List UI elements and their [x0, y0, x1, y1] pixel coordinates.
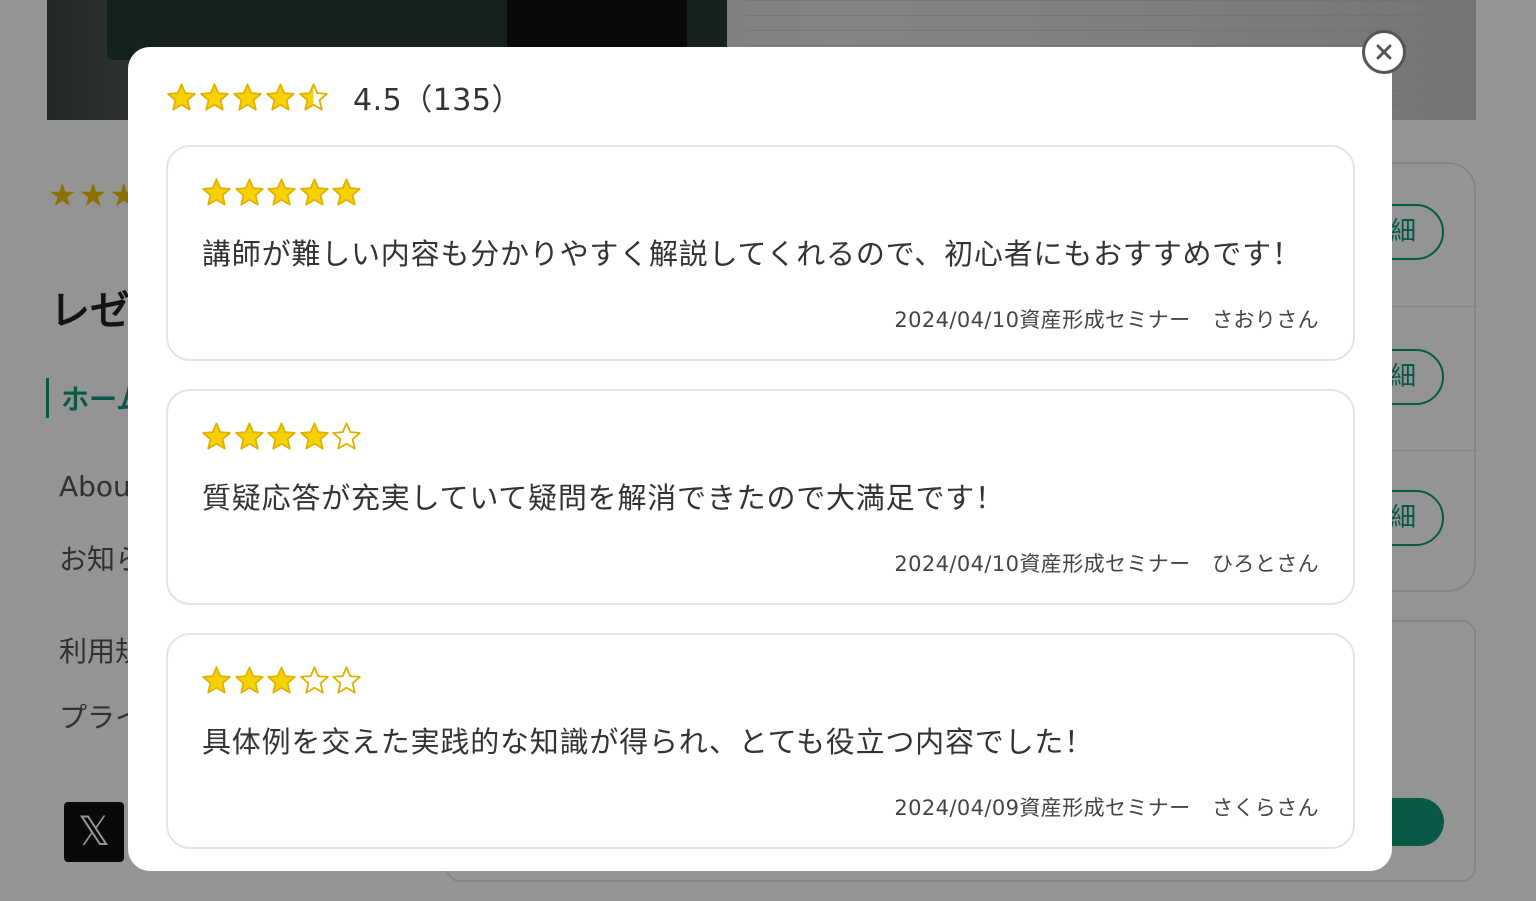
overall-rating-stars — [166, 82, 331, 113]
close-button[interactable] — [1362, 30, 1406, 74]
star-full-icon — [299, 178, 329, 206]
star-full-icon — [234, 666, 264, 694]
star-full-icon — [267, 178, 296, 206]
star-empty-icon — [332, 422, 361, 450]
star-full-icon — [167, 82, 196, 111]
review-card: 具体例を交えた実践的な知識が得られ、とても役立つ内容でした！ 2024/04/0… — [166, 633, 1355, 849]
star-empty-icon — [332, 666, 361, 694]
review-meta: 2024/04/10資産形成セミナー ひろとさん — [894, 552, 1319, 576]
review-rating-stars — [201, 665, 364, 696]
star-full-icon — [202, 178, 231, 206]
star-empty-icon — [299, 666, 329, 694]
review-text: 講師が難しい内容も分かりやすく解説してくれるので、初心者にもおすすめです！ — [202, 237, 1302, 271]
star-full-icon — [233, 82, 262, 111]
star-full-icon — [234, 178, 264, 206]
star-full-icon — [266, 82, 295, 111]
review-rating-stars — [201, 177, 364, 208]
star-half-icon — [299, 82, 328, 111]
review-rating-stars — [201, 421, 364, 452]
star-full-icon — [267, 666, 296, 694]
review-text: 具体例を交えた実践的な知識が得られ、とても役立つ内容でした！ — [202, 725, 1094, 759]
star-full-icon — [299, 422, 329, 450]
star-full-icon — [267, 422, 296, 450]
star-full-icon — [200, 82, 229, 111]
star-full-icon — [202, 422, 231, 450]
star-full-icon — [202, 666, 231, 694]
review-meta: 2024/04/10資産形成セミナー さおりさん — [894, 308, 1319, 332]
rating-summary-text: 4.5（135） — [353, 83, 522, 118]
review-text: 質疑応答が充実していて疑問を解消できたので大満足です！ — [202, 481, 1005, 515]
star-full-icon — [332, 178, 361, 206]
review-meta: 2024/04/09資産形成セミナー さくらさん — [894, 796, 1319, 820]
review-card: 講師が難しい内容も分かりやすく解説してくれるので、初心者にもおすすめです！ 20… — [166, 145, 1355, 361]
review-card: 質疑応答が充実していて疑問を解消できたので大満足です！ 2024/04/10資産… — [166, 389, 1355, 605]
rating-summary: 4.5（135） — [166, 77, 522, 118]
star-full-icon — [234, 422, 264, 450]
reviews-modal: 4.5（135） 講師が難しい内容も分かりやすく解説してくれるので、初心者にもお… — [128, 47, 1392, 871]
close-icon — [1376, 44, 1392, 60]
